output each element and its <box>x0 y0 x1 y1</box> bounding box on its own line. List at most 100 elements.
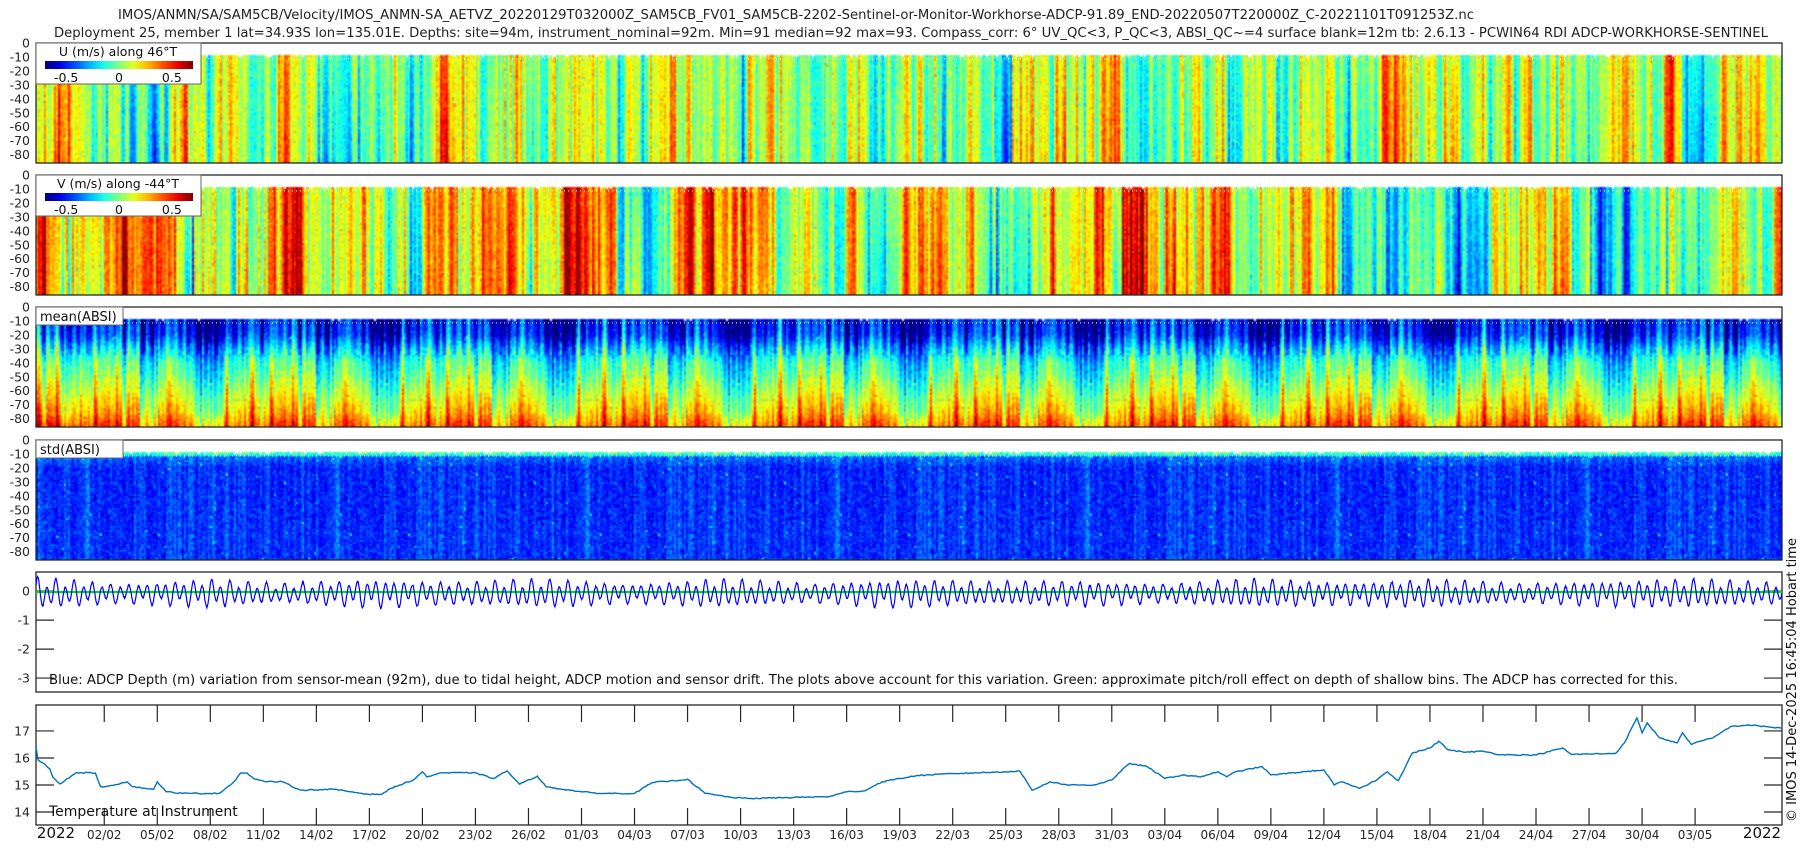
mean-absi-legend-title: mean(ABSI) <box>40 310 117 325</box>
y-tick-label: -50 <box>10 105 30 120</box>
x-tick-label: 25/03 <box>988 828 1023 842</box>
depth-panel-caption: Blue: ADCP Depth (m) variation from sens… <box>49 673 1678 688</box>
x-tick-label: 26/02 <box>511 828 546 842</box>
x-tick-label: 05/02 <box>140 828 175 842</box>
x-tick-label: 18/04 <box>1413 828 1448 842</box>
y-tick-label: -50 <box>10 369 30 384</box>
colorbar-tick-label: 0 <box>115 202 123 217</box>
x-tick-label: 14/02 <box>299 828 334 842</box>
y-tick-label: -40 <box>10 223 30 238</box>
adcp-figure: IMOS/ANMN/SA/SAM5CB/Velocity/IMOS_ANMN-S… <box>0 0 1800 850</box>
y-tick-label: -30 <box>10 341 30 356</box>
panel-1-frame <box>35 42 1783 164</box>
x-tick-label: 12/04 <box>1307 828 1342 842</box>
colorbar-tick-label: 0.5 <box>162 70 182 85</box>
u-legend: U (m/s) along 46°T -0.5 0 0.5 <box>35 42 202 85</box>
y-tick-label: -20 <box>10 460 30 475</box>
y-tick-label: -3 <box>18 671 30 686</box>
y-tick-label: -40 <box>10 91 30 106</box>
x-tick-label: 10/03 <box>723 828 758 842</box>
colorbar-gradient <box>45 61 193 69</box>
x-tick-label: 31/03 <box>1094 828 1129 842</box>
y-tick-label: -20 <box>10 63 30 78</box>
x-tick-label: 01/03 <box>564 828 599 842</box>
y-tick-label: -80 <box>10 544 30 559</box>
y-tick-label: -10 <box>10 313 30 328</box>
y-tick-label: -2 <box>18 642 30 657</box>
panel-6-frame <box>35 704 1783 826</box>
y-tick-label: -30 <box>10 209 30 224</box>
y-tick-label: -60 <box>10 516 30 531</box>
y-tick-label: -10 <box>10 181 30 196</box>
x-tick-label: 06/04 <box>1201 828 1236 842</box>
x-year-label-left: 2022 <box>37 824 75 842</box>
x-tick-label: 02/02 <box>87 828 122 842</box>
x-tick-label: 20/02 <box>405 828 440 842</box>
colorbar-gradient <box>45 193 193 201</box>
figure-title-line2: Deployment 25, member 1 lat=34.93S lon=1… <box>54 26 1769 41</box>
y-tick-label: 0 <box>22 168 30 183</box>
y-tick-label: 0 <box>22 300 30 315</box>
y-tick-label: -70 <box>10 530 30 545</box>
y-tick-label: -80 <box>10 279 30 294</box>
x-tick-label: 17/02 <box>352 828 387 842</box>
panel-3-frame <box>35 306 1783 428</box>
y-tick-label: -70 <box>10 133 30 148</box>
y-tick-label: -30 <box>10 77 30 92</box>
y-tick-label: -10 <box>10 446 30 461</box>
y-tick-label: 0 <box>22 36 30 51</box>
y-tick-label: -70 <box>10 397 30 412</box>
y-tick-label: -50 <box>10 502 30 517</box>
y-tick-label: -20 <box>10 195 30 210</box>
figure-title-line1: IMOS/ANMN/SA/SAM5CB/Velocity/IMOS_ANMN-S… <box>118 8 1474 23</box>
u-legend-title: U (m/s) along 46°T <box>59 44 178 59</box>
x-tick-label: 28/03 <box>1041 828 1076 842</box>
x-tick-label: 07/03 <box>670 828 705 842</box>
x-tick-label: 08/02 <box>193 828 228 842</box>
y-tick-label: -40 <box>10 355 30 370</box>
x-tick-label: 15/04 <box>1360 828 1395 842</box>
y-tick-label: 0 <box>22 584 30 599</box>
y-tick-label: -50 <box>10 237 30 252</box>
x-tick-label: 03/05 <box>1678 828 1713 842</box>
copyright-timestamp-note: © IMOS 14-Dec-2025 16:45:04 Hobart time <box>1784 538 1800 822</box>
x-tick-label: 19/03 <box>882 828 917 842</box>
v-legend: V (m/s) along -44°T -0.5 0 0.5 <box>35 174 202 217</box>
x-tick-label: 11/02 <box>246 828 281 842</box>
v-legend-title: V (m/s) along -44°T <box>57 176 179 191</box>
panel-4-frame <box>35 439 1783 561</box>
y-tick-label: 14 <box>14 805 30 820</box>
y-tick-label: -30 <box>10 474 30 489</box>
temperature-line <box>35 716 1783 800</box>
y-tick-label: -1 <box>18 613 30 628</box>
y-tick-label: 0 <box>22 433 30 448</box>
colorbar-tick-label: -0.5 <box>54 70 78 85</box>
axes-layer: 0-10-20-30-40-50-60-70-800-10-20-30-40-5… <box>10 36 1783 842</box>
x-tick-label: 27/04 <box>1572 828 1607 842</box>
x-tick-label: 21/04 <box>1466 828 1501 842</box>
y-tick-label: -80 <box>10 411 30 426</box>
x-tick-label: 22/03 <box>935 828 970 842</box>
x-tick-label: 04/03 <box>617 828 652 842</box>
u-colorbar: -0.5 0 0.5 <box>45 61 193 85</box>
y-tick-label: -60 <box>10 119 30 134</box>
colorbar-tick-label: 0.5 <box>162 202 182 217</box>
x-tick-label: 03/04 <box>1148 828 1183 842</box>
y-tick-label: 16 <box>14 750 30 765</box>
x-tick-label: 13/03 <box>776 828 811 842</box>
figure-overlay: IMOS/ANMN/SA/SAM5CB/Velocity/IMOS_ANMN-S… <box>10 8 1800 842</box>
y-tick-label: -10 <box>10 49 30 64</box>
y-tick-label: 15 <box>14 778 30 793</box>
mean-absi-legend: mean(ABSI) <box>35 306 124 326</box>
y-tick-label: -60 <box>10 251 30 266</box>
y-tick-label: -80 <box>10 147 30 162</box>
y-tick-label: -60 <box>10 383 30 398</box>
colorbar-tick-label: -0.5 <box>54 202 78 217</box>
v-colorbar: -0.5 0 0.5 <box>45 193 193 217</box>
y-tick-label: -70 <box>10 265 30 280</box>
temperature-panel-label: Temperature at Instrument <box>48 804 238 820</box>
x-tick-label: 24/04 <box>1519 828 1554 842</box>
x-tick-label: 23/02 <box>458 828 493 842</box>
x-tick-label: 16/03 <box>829 828 864 842</box>
x-year-label-right: 2022 <box>1743 824 1781 842</box>
